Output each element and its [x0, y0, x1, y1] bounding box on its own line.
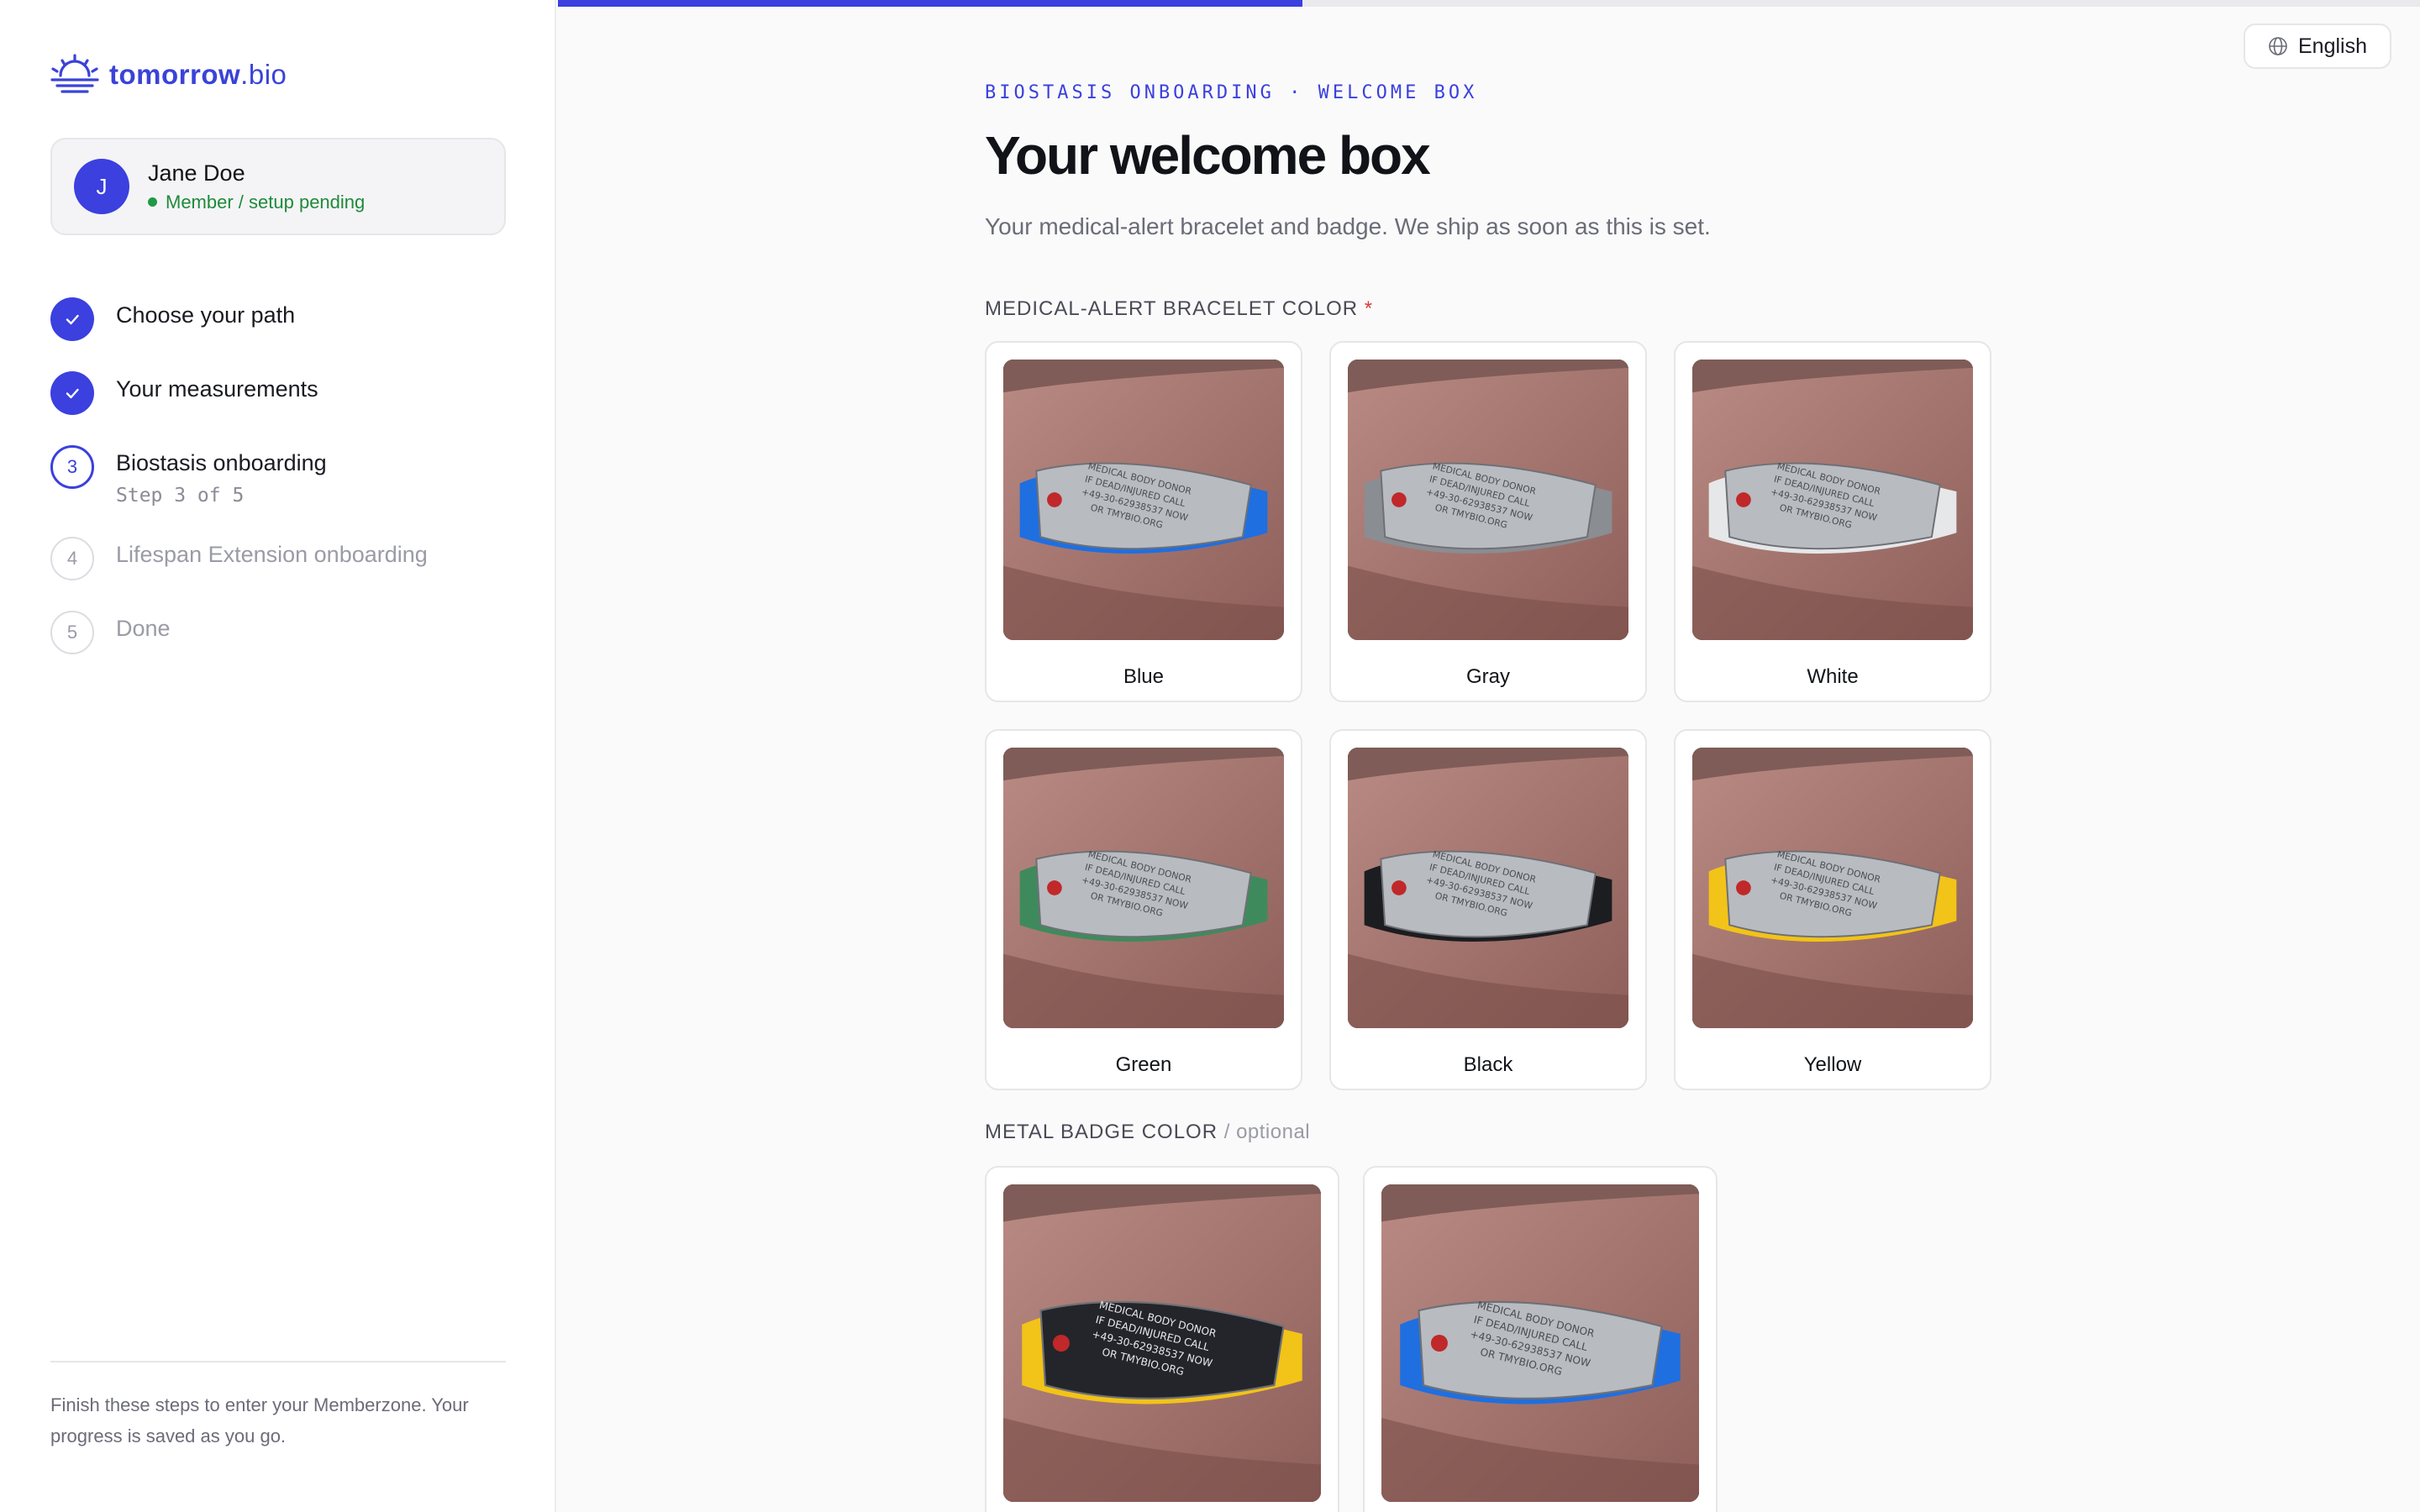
- step-number: 5: [50, 611, 94, 654]
- bracelet-option-green[interactable]: MEDICAL BODY DONOR IF DEAD/INJURED CALL …: [985, 729, 1302, 1090]
- status-dot-icon: [148, 197, 157, 207]
- page-subtitle: Your medical-alert bracelet and badge. W…: [985, 213, 1711, 239]
- bracelet-option-white[interactable]: MEDICAL BODY DONOR IF DEAD/INJURED CALL …: [1674, 341, 1991, 702]
- bracelet-photo: MEDICAL BODY DONOR IF DEAD/INJURED CALL …: [1692, 360, 1973, 640]
- step-number: 3: [50, 445, 94, 489]
- onboarding-steps: Choose your path Your measurements 3 Bio…: [50, 297, 521, 685]
- bracelet-option-gray[interactable]: MEDICAL BODY DONOR IF DEAD/INJURED CALL …: [1329, 341, 1647, 702]
- user-status-text: Member / setup pending: [166, 191, 366, 213]
- bracelet-option-label: Yellow: [1803, 1053, 1862, 1076]
- avatar: J: [74, 159, 129, 214]
- bracelet-photo: MEDICAL BODY DONOR IF DEAD/INJURED CALL …: [1348, 748, 1628, 1028]
- badge-photo: MEDICAL BODY DONOR IF DEAD/INJURED CALL …: [1381, 1184, 1699, 1502]
- bracelet-option-yellow[interactable]: MEDICAL BODY DONOR IF DEAD/INJURED CALL …: [1674, 729, 1991, 1090]
- divider: [50, 1361, 506, 1362]
- sunrise-logo-icon: [50, 54, 99, 93]
- language-selector[interactable]: English: [2244, 24, 2391, 69]
- bracelet-option-black[interactable]: MEDICAL BODY DONOR IF DEAD/INJURED CALL …: [1329, 729, 1647, 1090]
- bracelet-photo: MEDICAL BODY DONOR IF DEAD/INJURED CALL …: [1003, 748, 1284, 1028]
- eyebrow: BIOSTASIS ONBOARDING · WELCOME BOX: [985, 82, 1478, 103]
- user-card[interactable]: J Jane Doe Member / setup pending: [50, 138, 506, 235]
- user-status: Member / setup pending: [148, 192, 365, 213]
- step-label: Biostasis onboarding: [116, 450, 327, 475]
- required-mark: *: [1364, 297, 1374, 320]
- bracelet-option-blue[interactable]: MEDICAL BODY DONOR IF DEAD/INJURED CALL …: [985, 341, 1302, 702]
- step-number: 4: [50, 537, 94, 580]
- language-label: English: [2298, 34, 2367, 58]
- progress-bar: [558, 0, 2420, 7]
- bracelet-photo: MEDICAL BODY DONOR IF DEAD/INJURED CALL …: [1003, 360, 1284, 640]
- progress-fill: [558, 0, 1303, 7]
- page-title: Your welcome box: [985, 125, 1431, 186]
- bracelet-photo: MEDICAL BODY DONOR IF DEAD/INJURED CALL …: [1692, 748, 1973, 1028]
- step-lifespan: 4 Lifespan Extension onboarding: [50, 537, 521, 580]
- logo-wordmark: tomorrow.bio: [109, 59, 287, 90]
- sidebar-note: Finish these steps to enter your Memberz…: [50, 1394, 469, 1446]
- user-name: Jane Doe: [148, 160, 245, 186]
- optional-label: / optional: [1223, 1121, 1311, 1143]
- step-choose-path[interactable]: Choose your path: [50, 297, 521, 341]
- bracelet-option-label: Gray: [1465, 665, 1510, 688]
- user-info: Jane Doe Member / setup pending: [148, 160, 365, 213]
- step-biostasis[interactable]: 3 Biostasis onboarding Step 3 of 5: [50, 445, 521, 507]
- step-measurements[interactable]: Your measurements: [50, 371, 521, 415]
- bracelet-option-label: Green: [1115, 1053, 1172, 1076]
- bracelet-section-label: MEDICAL-ALERT BRACELET COLOR *: [985, 297, 1374, 320]
- step-done: 5 Done: [50, 611, 521, 654]
- badge-option-1[interactable]: MEDICAL BODY DONOR IF DEAD/INJURED CALL …: [985, 1166, 1339, 1512]
- bracelet-photo: MEDICAL BODY DONOR IF DEAD/INJURED CALL …: [1348, 360, 1628, 640]
- bracelet-option-label: Blue: [1123, 665, 1165, 688]
- step-label: Choose your path: [116, 302, 296, 328]
- sidebar: tomorrow.bio J Jane Doe Member / setup p…: [0, 0, 556, 1512]
- bracelet-option-label: White: [1807, 665, 1859, 688]
- step-label: Done: [116, 616, 171, 641]
- tomorrow-bio-logo[interactable]: tomorrow.bio: [49, 54, 287, 96]
- step-label: Your measurements: [116, 376, 318, 402]
- badge-option-2[interactable]: MEDICAL BODY DONOR IF DEAD/INJURED CALL …: [1363, 1166, 1718, 1512]
- checkmark-icon: [50, 297, 94, 341]
- globe-icon: [2269, 37, 2287, 55]
- step-progress-text: Step 3 of 5: [116, 485, 245, 507]
- checkmark-icon: [50, 371, 94, 415]
- bracelet-option-label: Black: [1463, 1053, 1513, 1076]
- badge-section-label: METAL BADGE COLOR / optional: [985, 1121, 1311, 1143]
- step-label: Lifespan Extension onboarding: [116, 542, 428, 567]
- badge-photo: MEDICAL BODY DONOR IF DEAD/INJURED CALL …: [1003, 1184, 1321, 1502]
